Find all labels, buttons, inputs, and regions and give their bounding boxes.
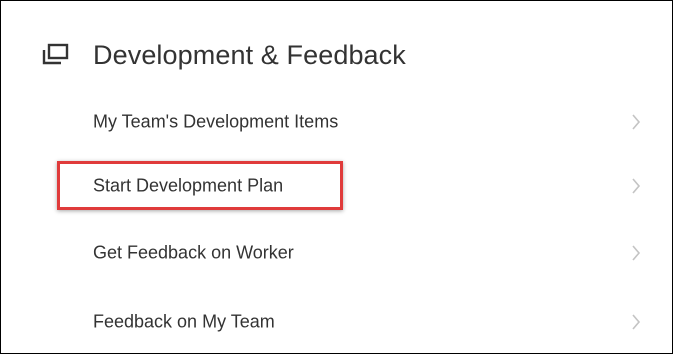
development-feedback-panel: Development & Feedback My Team's Develop… [0,0,673,354]
menu-item-label: My Team's Development Items [93,111,339,132]
chevron-right-icon [629,112,643,132]
chevron-right-icon [629,243,643,263]
menu-item-feedback-on-my-team[interactable]: Feedback on My Team [1,296,672,348]
menu-item-label: Get Feedback on Worker [93,242,294,263]
menu-item-label: Feedback on My Team [93,311,275,332]
window-stack-icon [41,41,69,69]
menu-item-my-teams-development-items[interactable]: My Team's Development Items [1,96,672,148]
panel-header: Development & Feedback [41,35,406,75]
menu-item-start-development-plan[interactable]: Start Development Plan [1,160,672,212]
menu-item-label: Start Development Plan [93,175,284,196]
panel-title: Development & Feedback [93,39,406,70]
menu-item-get-feedback-on-worker[interactable]: Get Feedback on Worker [1,227,672,279]
chevron-right-icon [629,176,643,196]
chevron-right-icon [629,312,643,332]
